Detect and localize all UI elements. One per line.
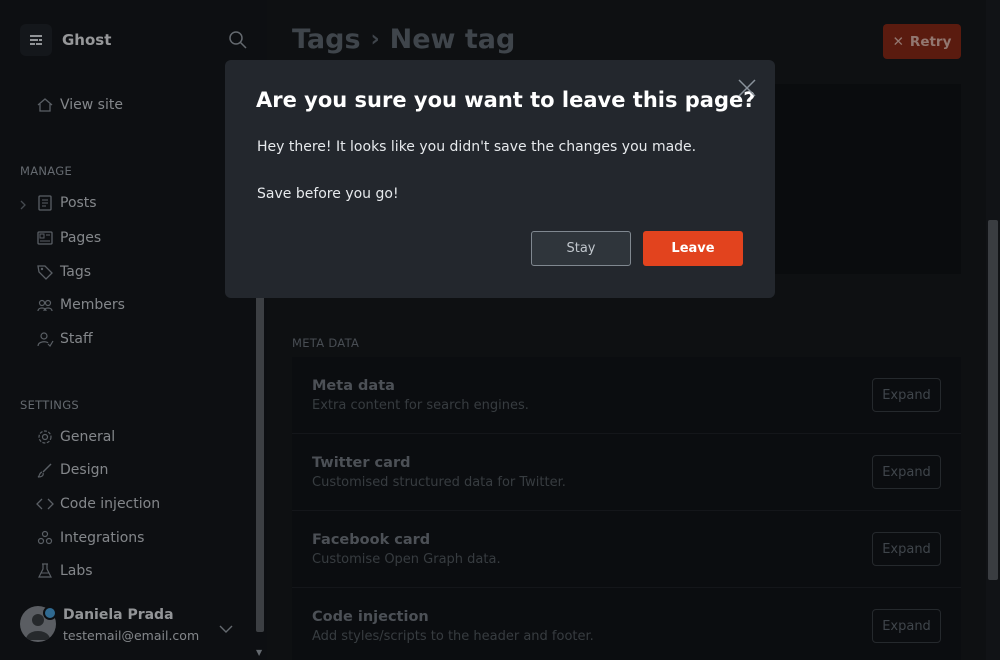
stay-button[interactable]: Stay [531,231,631,266]
modal-title: Are you sure you want to leave this page… [256,88,756,112]
close-icon[interactable] [737,78,757,98]
modal-message-secondary: Save before you go! [257,186,399,202]
leave-button[interactable]: Leave [643,231,743,266]
modal-message: Hey there! It looks like you didn't save… [257,139,697,155]
leave-page-modal: Are you sure you want to leave this page… [225,60,775,298]
